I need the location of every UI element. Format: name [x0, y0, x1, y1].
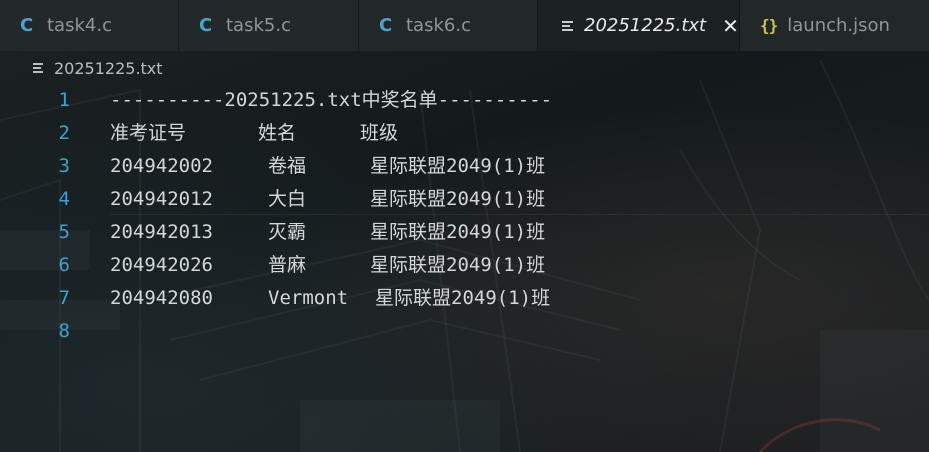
- editor-window: C task4.c C task5.c C task6.c 20251225.t…: [0, 0, 929, 452]
- c-file-icon: C: [379, 15, 393, 36]
- text-editor[interactable]: 1 ----------20251225.txt中奖名单---------- 2…: [0, 84, 929, 452]
- tab-label: task4.c: [47, 15, 112, 36]
- editor-line[interactable]: 1 ----------20251225.txt中奖名单----------: [0, 84, 929, 117]
- tab-task6-c[interactable]: C task6.c: [359, 0, 538, 51]
- tab-label: launch.json: [787, 15, 890, 36]
- class-name: 星际联盟2049(1)班: [370, 155, 546, 177]
- line-number: 1: [58, 89, 70, 111]
- editor-line[interactable]: 4 204942012 大白 星际联盟2049(1)班: [0, 183, 929, 216]
- tab-task5-c[interactable]: C task5.c: [179, 0, 359, 51]
- close-icon[interactable]: ✕: [722, 14, 739, 38]
- class-name: 星际联盟2049(1)班: [370, 254, 546, 276]
- exam-id: 204942080: [110, 287, 213, 309]
- editor-line[interactable]: 5 204942013 灭霸 星际联盟2049(1)班: [0, 216, 929, 249]
- tab-20251225-txt[interactable]: 20251225.txt ✕: [538, 0, 740, 51]
- tab-task4-c[interactable]: C task4.c: [0, 0, 179, 51]
- exam-id: 204942012: [110, 188, 213, 210]
- c-file-icon: C: [199, 15, 213, 36]
- line-number: 4: [58, 188, 70, 210]
- editor-line[interactable]: 6 204942026 普麻 星际联盟2049(1)班: [0, 249, 929, 282]
- winner-name: Vermont: [268, 287, 349, 309]
- json-file-icon: {}: [760, 16, 778, 35]
- header-exam-id: 准考证号: [110, 122, 187, 144]
- class-name: 星际联盟2049(1)班: [370, 221, 546, 243]
- line-number: 2: [58, 122, 70, 144]
- winner-name: 灭霸: [268, 221, 307, 243]
- breadcrumb[interactable]: 20251225.txt: [33, 57, 163, 79]
- winner-name: 卷福: [268, 155, 307, 177]
- line-number: 5: [58, 221, 70, 243]
- tab-label: task5.c: [226, 15, 291, 36]
- text-file-icon: [33, 61, 43, 75]
- tab-label: task6.c: [406, 15, 471, 36]
- exam-id: 204942002: [110, 155, 213, 177]
- breadcrumb-file-label: 20251225.txt: [54, 58, 163, 78]
- tab-label: 20251225.txt: [584, 15, 707, 36]
- tab-bar: C task4.c C task5.c C task6.c 20251225.t…: [0, 0, 929, 51]
- winner-name: 大白: [268, 188, 307, 210]
- line-number: 8: [58, 320, 70, 342]
- line-number: 7: [58, 287, 70, 309]
- editor-line[interactable]: 2 准考证号 姓名 班级: [0, 117, 929, 150]
- c-file-icon: C: [20, 15, 34, 36]
- exam-id: 204942013: [110, 221, 213, 243]
- line-text: ----------20251225.txt中奖名单----------: [110, 89, 553, 111]
- winner-name: 普麻: [268, 254, 307, 276]
- editor-line[interactable]: 3 204942002 卷福 星际联盟2049(1)班: [0, 150, 929, 183]
- tab-launch-json[interactable]: {} launch.json: [740, 0, 929, 51]
- editor-line[interactable]: 8: [0, 315, 929, 348]
- line-number: 6: [58, 254, 70, 276]
- line-number: 3: [58, 155, 70, 177]
- text-file-icon: [562, 19, 573, 33]
- header-name: 姓名: [258, 122, 297, 144]
- class-name: 星际联盟2049(1)班: [375, 287, 551, 309]
- header-class: 班级: [360, 122, 399, 144]
- editor-line[interactable]: 7 204942080 Vermont 星际联盟2049(1)班: [0, 282, 929, 315]
- exam-id: 204942026: [110, 254, 213, 276]
- class-name: 星际联盟2049(1)班: [370, 188, 546, 210]
